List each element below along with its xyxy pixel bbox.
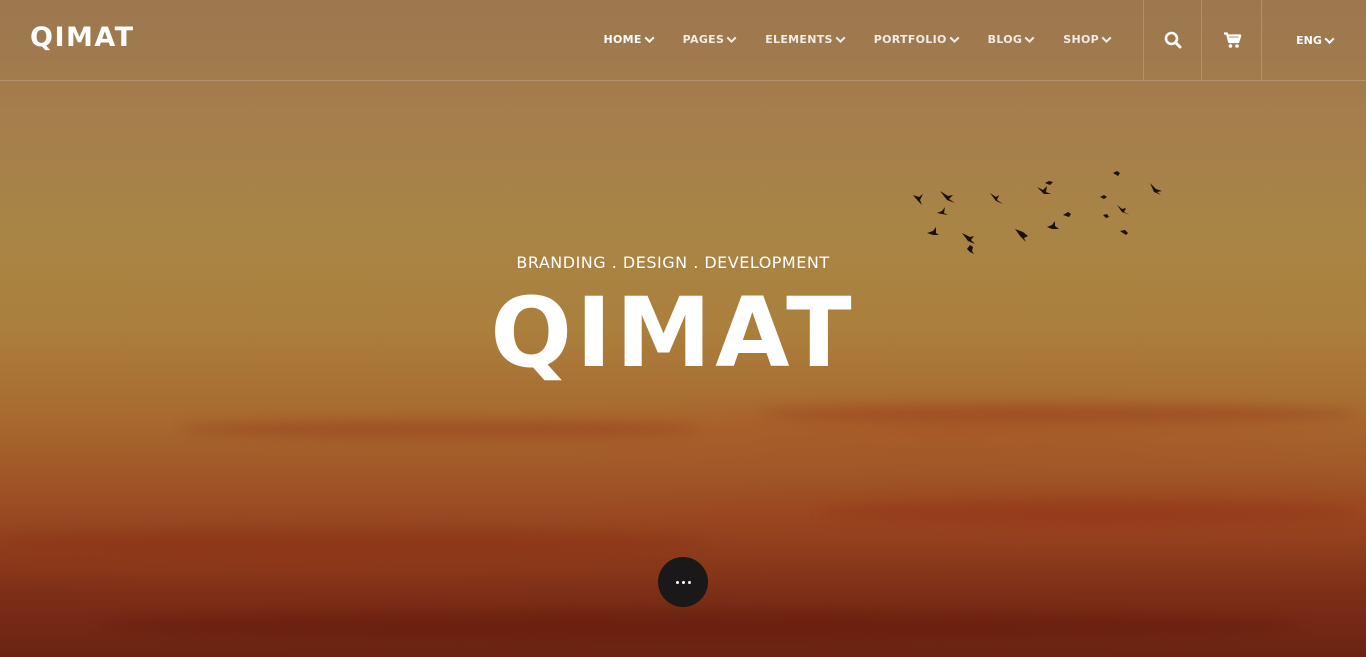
birds-flock — [913, 171, 1162, 254]
cloud-streak — [100, 610, 1300, 640]
language-selector[interactable]: ENG — [1261, 0, 1366, 80]
hero-tagline: BRANDING . DESIGN . DEVELOPMENT — [516, 253, 830, 272]
nav-item-label: PORTFOLIO — [873, 33, 947, 46]
more-dots-icon — [674, 580, 692, 584]
site-header: QIMAT HOME PAGES ELEMENTS PORTFOLIO BLOG… — [0, 0, 1366, 81]
nav-item-blog[interactable]: BLOG — [987, 33, 1035, 46]
nav-item-portfolio[interactable]: PORTFOLIO — [873, 33, 960, 46]
cart-icon — [1223, 31, 1241, 48]
chevron-down-icon — [835, 33, 846, 44]
search-icon — [1164, 31, 1182, 49]
cloud-streak — [820, 500, 1360, 524]
nav-item-label: ELEMENTS — [765, 33, 833, 46]
nav-item-shop[interactable]: SHOP — [1063, 33, 1112, 46]
main-nav: HOME PAGES ELEMENTS PORTFOLIO BLOG SHOP — [573, 33, 1112, 46]
hero-title: QIMAT — [490, 277, 856, 389]
cart-button[interactable] — [1201, 0, 1262, 80]
nav-item-label: HOME — [603, 33, 642, 46]
language-label: ENG — [1296, 33, 1322, 47]
nav-item-elements[interactable]: ELEMENTS — [765, 33, 846, 46]
nav-item-pages[interactable]: PAGES — [682, 33, 737, 46]
logo[interactable]: QIMAT — [30, 22, 135, 53]
chevron-down-icon — [1024, 33, 1035, 44]
chevron-down-icon — [949, 33, 960, 44]
chevron-down-icon — [1101, 33, 1112, 44]
cloud-streak — [760, 405, 1360, 423]
chevron-down-icon — [726, 33, 737, 44]
more-button[interactable] — [658, 557, 708, 607]
nav-item-label: BLOG — [987, 33, 1023, 46]
cloud-streak — [180, 420, 700, 438]
nav-item-label: SHOP — [1063, 33, 1099, 46]
nav-item-label: PAGES — [682, 33, 725, 46]
search-button[interactable] — [1143, 0, 1202, 80]
chevron-down-icon — [1324, 33, 1335, 44]
cloud-streak — [0, 530, 700, 554]
nav-item-home[interactable]: HOME — [603, 33, 655, 46]
chevron-down-icon — [644, 33, 655, 44]
hero-section: QIMAT HOME PAGES ELEMENTS PORTFOLIO BLOG… — [0, 0, 1366, 657]
